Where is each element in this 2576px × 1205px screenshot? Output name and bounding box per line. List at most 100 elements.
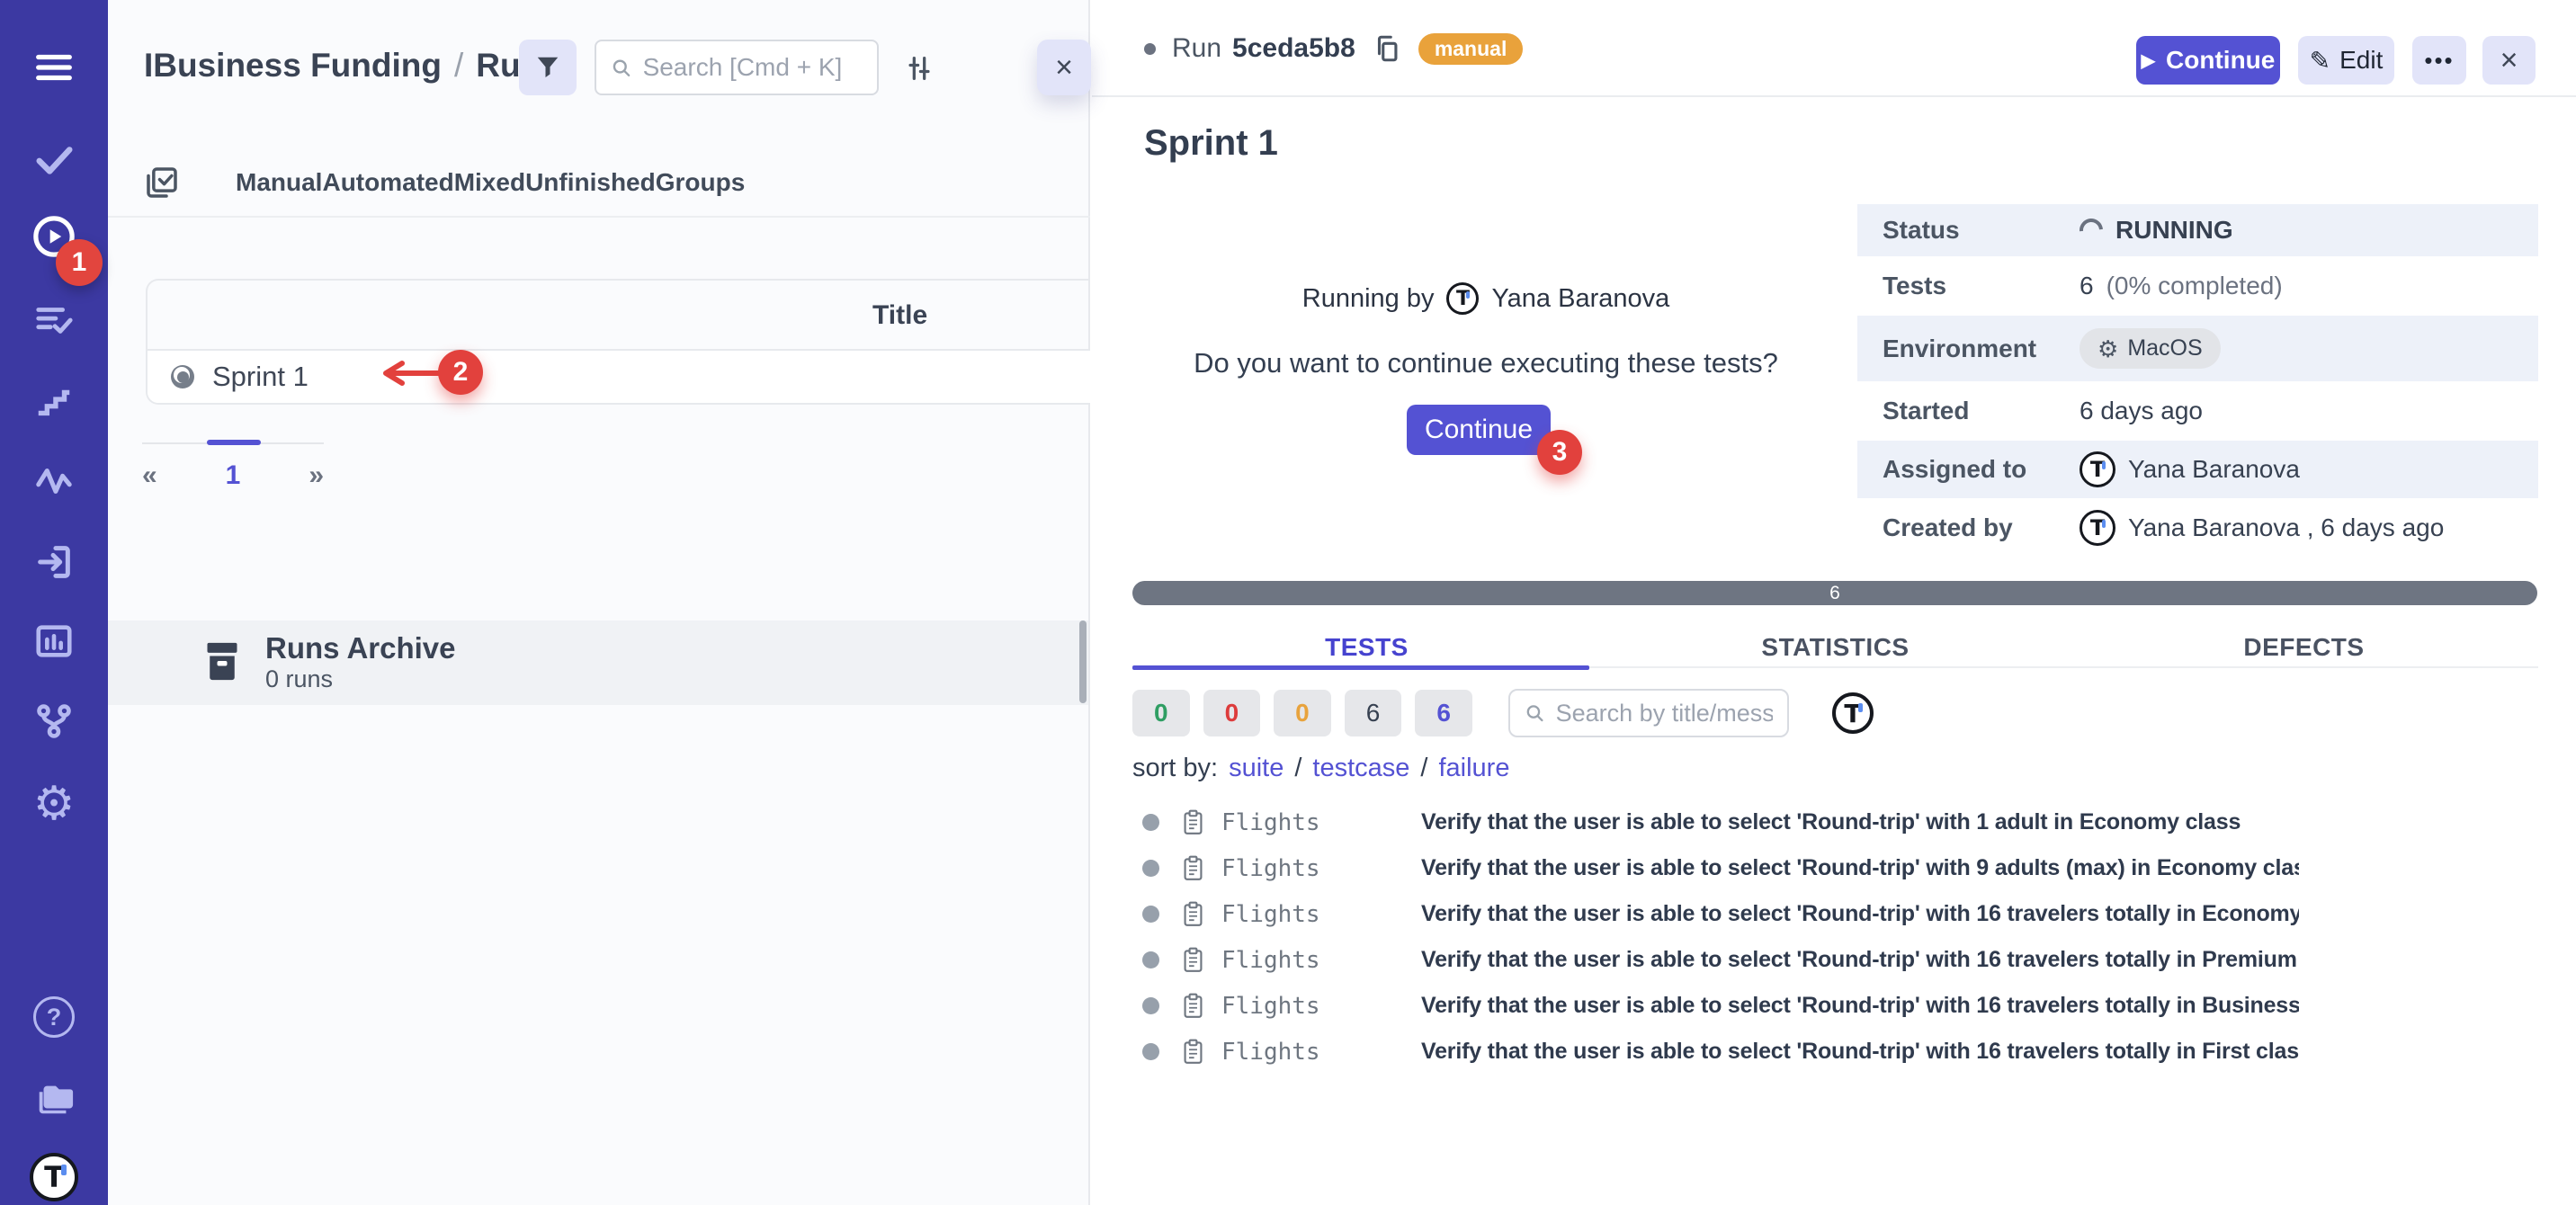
test-row[interactable]: Flights Verify that the user is able to … bbox=[1092, 1029, 2299, 1075]
test-row[interactable]: Flights Verify that the user is able to … bbox=[1092, 799, 2299, 845]
run-id-line: Run 5ceda5b8 manual bbox=[1144, 0, 1523, 97]
test-title[interactable]: Verify that the user is able to select '… bbox=[1421, 1039, 2299, 1065]
test-title[interactable]: Verify that the user is able to select '… bbox=[1421, 855, 2299, 881]
test-suite-name[interactable]: Flights bbox=[1221, 947, 1421, 974]
runs-table: Title Sprint 1 bbox=[146, 279, 1090, 405]
projects-folders-icon[interactable] bbox=[0, 1077, 108, 1119]
run-type-tab[interactable]: Mixed bbox=[454, 168, 525, 196]
pulse-activity-icon[interactable] bbox=[0, 460, 108, 502]
app-root: 1 ⚙ ? T IBusiness Fundin bbox=[0, 0, 2576, 1205]
runs-search-input[interactable] bbox=[643, 53, 863, 82]
test-suite-name[interactable]: Flights bbox=[1221, 1039, 1421, 1066]
funnel-icon bbox=[534, 54, 561, 81]
filter-button[interactable]: 0 bbox=[1203, 690, 1261, 736]
pagination: « 1 » bbox=[142, 460, 324, 491]
detail-tab[interactable]: STATISTICS bbox=[1601, 628, 2070, 666]
tests-search bbox=[1508, 689, 1789, 737]
tests-list: Flights Verify that the user is able to … bbox=[1092, 799, 2299, 1075]
pencil-icon: ✎ bbox=[2310, 46, 2330, 76]
run-table-row[interactable]: Sprint 1 bbox=[148, 351, 1090, 403]
test-title[interactable]: Verify that the user is able to select '… bbox=[1421, 809, 2241, 835]
run-type-tab[interactable]: Automated bbox=[322, 168, 453, 196]
runs-archive-row[interactable]: Runs Archive 0 runs bbox=[108, 620, 1088, 705]
scrollbar-thumb[interactable] bbox=[1079, 620, 1087, 703]
clipboard-icon bbox=[1181, 993, 1205, 1019]
running-spinner-icon bbox=[2075, 214, 2108, 247]
test-filters: 0 0 0 bbox=[1132, 689, 1874, 737]
continue-question: Do you want to continue executing these … bbox=[1144, 347, 1828, 379]
progress-count: 6 bbox=[1829, 583, 1840, 604]
detail-tab[interactable]: TESTS bbox=[1132, 628, 1601, 666]
play-icon: ▶ bbox=[2142, 49, 2155, 72]
info-row-started: Started 6 days ago bbox=[1857, 381, 2538, 441]
run-type-tab[interactable]: Groups bbox=[656, 168, 746, 196]
environment-badge[interactable]: ⚙MacOS bbox=[2080, 328, 2221, 369]
detail-tab[interactable]: DEFECTS bbox=[2070, 628, 2538, 666]
filter-button[interactable]: 0 bbox=[1274, 690, 1331, 736]
filter-button[interactable]: 6 bbox=[1415, 690, 1472, 736]
run-type-tab[interactable]: Manual bbox=[236, 168, 322, 196]
close-detail-button[interactable]: × bbox=[2482, 36, 2536, 85]
menu-icon[interactable] bbox=[0, 47, 108, 88]
assignee-filter-avatar[interactable]: T bbox=[1832, 692, 1874, 734]
test-title[interactable]: Verify that the user is able to select '… bbox=[1421, 993, 2299, 1019]
runs-table-header: Title bbox=[148, 281, 1090, 351]
more-actions-button[interactable]: ••• bbox=[2412, 36, 2466, 85]
sidebar: 1 ⚙ ? T bbox=[0, 0, 108, 1205]
pagination-first[interactable]: « bbox=[142, 460, 157, 491]
test-suite-name[interactable]: Flights bbox=[1221, 809, 1421, 836]
test-status-bullet bbox=[1142, 997, 1159, 1014]
test-title[interactable]: Verify that the user is able to select '… bbox=[1421, 947, 2299, 973]
pagination-last[interactable]: » bbox=[309, 460, 324, 491]
pagination-active-indicator bbox=[207, 440, 261, 445]
info-row-created: Created by TYana Baranova , 6 days ago bbox=[1857, 498, 2538, 558]
branches-icon[interactable] bbox=[0, 701, 108, 742]
test-suite-name[interactable]: Flights bbox=[1221, 855, 1421, 882]
edit-run-button[interactable]: ✎ Edit bbox=[2298, 36, 2394, 85]
settings-gear-icon[interactable]: ⚙ bbox=[0, 781, 108, 827]
test-status-bullet bbox=[1142, 814, 1159, 831]
filter-button[interactable]: 6 bbox=[1345, 690, 1402, 736]
breadcrumb-separator: / bbox=[454, 47, 463, 85]
filter-button[interactable] bbox=[519, 40, 577, 95]
running-by-user: Yana Baranova bbox=[1491, 284, 1669, 314]
run-type-tab[interactable]: Unfinished bbox=[525, 168, 656, 196]
test-row[interactable]: Flights Verify that the user is able to … bbox=[1092, 937, 2299, 983]
profile-logo-avatar[interactable]: T bbox=[0, 1153, 108, 1201]
runs-search bbox=[595, 40, 879, 95]
import-sign-in-icon[interactable] bbox=[0, 541, 108, 583]
test-suite-name[interactable]: Flights bbox=[1221, 901, 1421, 928]
run-title[interactable]: Sprint 1 bbox=[212, 361, 309, 393]
sort-by-failure[interactable]: failure bbox=[1438, 754, 1509, 783]
test-status-bullet bbox=[1142, 1043, 1159, 1060]
test-suite-name[interactable]: Flights bbox=[1221, 993, 1421, 1020]
tests-search-input[interactable] bbox=[1556, 700, 1773, 727]
breadcrumb-project[interactable]: IBusiness Funding bbox=[144, 47, 442, 85]
help-icon[interactable]: ? bbox=[0, 996, 108, 1038]
filter-button[interactable]: 0 bbox=[1132, 690, 1190, 736]
pagination-page-1[interactable]: 1 bbox=[226, 460, 241, 491]
sort-by-suite[interactable]: suite bbox=[1229, 754, 1284, 783]
test-title[interactable]: Verify that the user is able to select '… bbox=[1421, 901, 2299, 927]
breadcrumb: IBusiness Funding / Runs bbox=[144, 36, 559, 95]
analytics-bar-chart-icon[interactable] bbox=[0, 620, 108, 662]
plans-list-check-icon[interactable] bbox=[0, 299, 108, 341]
bulk-select-icon[interactable] bbox=[144, 165, 180, 201]
milestones-steps-icon[interactable] bbox=[0, 380, 108, 422]
info-row-tests: Tests 6(0% completed) bbox=[1857, 256, 2538, 316]
info-row-assigned: Assigned to TYana Baranova bbox=[1857, 441, 2538, 498]
run-detail-header: Run 5ceda5b8 manual ▶ Continue ✎ Edit ••… bbox=[1092, 0, 2576, 97]
run-type-tabs: ManualAutomatedMixedUnfinishedGroups bbox=[144, 149, 745, 216]
clipboard-icon bbox=[1181, 947, 1205, 973]
adjustments-sliders-icon[interactable] bbox=[892, 47, 946, 90]
sort-bar: sort by: suite / testcase / failure bbox=[1132, 754, 1509, 783]
continue-tests-button[interactable]: Continue bbox=[1407, 405, 1551, 455]
copy-run-id-button[interactable] bbox=[1372, 33, 1402, 64]
close-filter-panel-button[interactable]: × bbox=[1037, 40, 1091, 95]
test-row[interactable]: Flights Verify that the user is able to … bbox=[1092, 983, 2299, 1029]
test-row[interactable]: Flights Verify that the user is able to … bbox=[1092, 845, 2299, 891]
sort-by-testcase[interactable]: testcase bbox=[1312, 754, 1409, 783]
tests-check-icon[interactable] bbox=[0, 138, 108, 180]
continue-run-button[interactable]: ▶ Continue bbox=[2136, 36, 2280, 85]
test-row[interactable]: Flights Verify that the user is able to … bbox=[1092, 891, 2299, 937]
